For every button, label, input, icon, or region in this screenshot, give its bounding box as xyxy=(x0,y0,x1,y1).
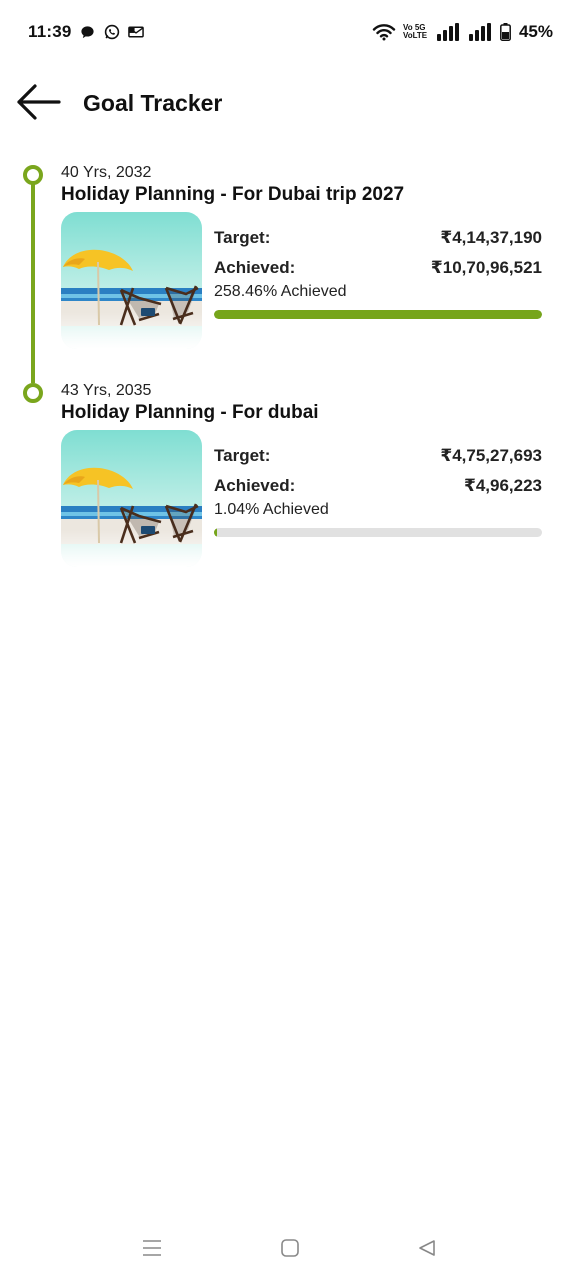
progress-bar-fill xyxy=(214,310,542,319)
goal-card[interactable]: 40 Yrs, 2032 Holiday Planning - For Duba… xyxy=(0,164,581,364)
page-title: Goal Tracker xyxy=(83,90,223,116)
status-bar-right: Vo 5G VoLTE 45% xyxy=(372,22,553,42)
home-button[interactable] xyxy=(270,1230,310,1270)
menu-icon xyxy=(142,1238,162,1263)
back-button[interactable] xyxy=(14,82,62,126)
battery-icon xyxy=(500,23,512,41)
network-line-2: VoLTE xyxy=(402,31,428,40)
achieved-percent: 258.46% Achieved xyxy=(214,283,347,300)
target-value: ₹4,75,27,693 xyxy=(440,446,542,465)
home-square-icon xyxy=(280,1238,300,1263)
wifi-icon xyxy=(372,24,396,41)
recent-apps-button[interactable] xyxy=(132,1230,172,1270)
target-label: Target: xyxy=(214,446,271,465)
target-value: ₹4,14,37,190 xyxy=(440,228,542,247)
achieved-row: Achieved: ₹10,70,96,521 xyxy=(214,258,542,278)
email-icon xyxy=(127,24,144,40)
achieved-value: ₹10,70,96,521 xyxy=(430,258,542,277)
progress-bar xyxy=(214,310,542,319)
chat-bubble-icon xyxy=(80,24,96,40)
achieved-row: Achieved: ₹4,96,223 xyxy=(214,476,542,496)
achieved-label: Achieved: xyxy=(214,258,296,277)
beach-holiday-image xyxy=(61,212,202,349)
system-back-button[interactable] xyxy=(407,1230,447,1270)
target-row: Target: ₹4,75,27,693 xyxy=(214,446,542,466)
goal-age-year: 43 Yrs, 2035 xyxy=(61,382,152,399)
beach-holiday-image xyxy=(61,430,202,567)
status-time: 11:39 xyxy=(28,22,72,41)
goal-age-year: 40 Yrs, 2032 xyxy=(61,164,152,181)
target-label: Target: xyxy=(214,228,271,247)
app-header: Goal Tracker xyxy=(0,72,581,136)
signal-icon-2 xyxy=(467,23,493,41)
achieved-value: ₹4,96,223 xyxy=(463,476,542,495)
signal-icon xyxy=(436,23,460,41)
arrow-left-icon xyxy=(15,82,61,127)
network-type-label: Vo 5G VoLTE xyxy=(403,24,429,40)
achieved-label: Achieved: xyxy=(214,476,296,495)
system-nav-bar xyxy=(0,1220,581,1280)
goal-title: Holiday Planning - For dubai xyxy=(61,402,319,423)
status-bar-left: 11:39 xyxy=(28,22,144,42)
target-row: Target: ₹4,14,37,190 xyxy=(214,228,542,248)
goal-tracker-screen: 11:39 Vo 5G VoLTE 45% Goal Tracker 40 Yr… xyxy=(0,0,581,1280)
whatsapp-icon xyxy=(104,24,120,40)
battery-percent: 45% xyxy=(518,22,553,41)
goal-title: Holiday Planning - For Dubai trip 2027 xyxy=(61,184,405,205)
progress-bar-fill xyxy=(214,528,218,537)
back-triangle-icon xyxy=(417,1238,437,1263)
status-bar: 11:39 Vo 5G VoLTE 45% xyxy=(0,0,581,64)
achieved-percent: 1.04% Achieved xyxy=(214,501,329,518)
goal-card[interactable]: 43 Yrs, 2035 Holiday Planning - For duba… xyxy=(0,382,581,582)
progress-bar xyxy=(214,528,542,537)
